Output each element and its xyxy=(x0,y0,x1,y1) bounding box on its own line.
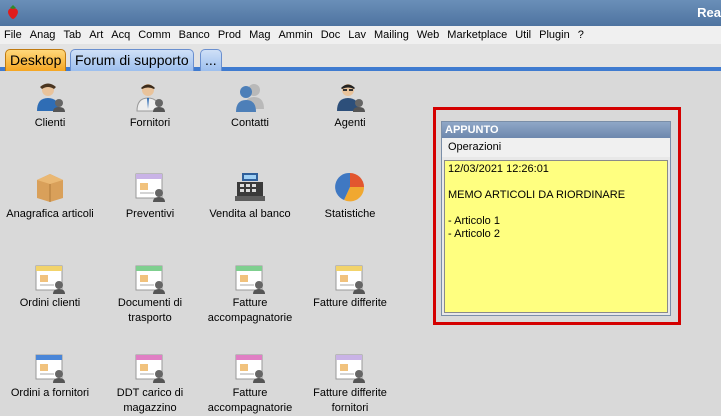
deferred-supplier-invoice-icon xyxy=(335,354,365,383)
menu-doc[interactable]: Doc xyxy=(317,26,345,44)
quote-icon xyxy=(135,173,165,202)
menu-mailing[interactable]: Mailing xyxy=(370,26,413,44)
memo-line: MEMO ARTICOLI DA RIORDINARE xyxy=(448,189,626,201)
desktop-item-label: Fatture differite fornitori xyxy=(313,387,387,414)
memo-line xyxy=(448,202,664,215)
package-icon xyxy=(37,174,63,202)
agents-icon xyxy=(337,84,365,112)
invoice-icon xyxy=(235,265,265,294)
desktop-item-label: Preventivi xyxy=(125,208,175,220)
desktop-item-label: Ordini clienti xyxy=(19,297,81,309)
desktop-item-fatture-differite[interactable]: Fatture differite xyxy=(300,263,400,323)
customer-orders-icon xyxy=(35,265,65,294)
desktop-item-fornitori[interactable]: Fornitori xyxy=(100,81,200,131)
desktop-item-fatture-accompagnatorie[interactable]: Fatture accompagnatorie xyxy=(200,263,300,324)
desktop-item-fatture-differite-fornitori[interactable]: Fatture differite fornitori xyxy=(300,352,400,414)
menu-tab[interactable]: Tab xyxy=(59,26,85,44)
desktop-item-label: Clienti xyxy=(34,117,66,129)
menu-anag[interactable]: Anag xyxy=(26,26,60,44)
menu-comm[interactable]: Comm xyxy=(134,26,174,44)
menu-ammin[interactable]: Ammin xyxy=(274,26,316,44)
desktop-item-label: Fornitori xyxy=(129,117,171,129)
cash-register-icon xyxy=(235,173,265,201)
menu-util[interactable]: Util xyxy=(511,26,535,44)
desktop-item-label: Fatture accompagnatorie xyxy=(207,387,293,414)
clients-icon xyxy=(37,83,65,112)
window-title: Rea xyxy=(697,5,721,20)
menu-web[interactable]: Web xyxy=(413,26,443,44)
desktop-item-label: Vendita al banco xyxy=(209,208,291,220)
desktop-item-label: Agenti xyxy=(334,117,366,129)
memo-line: - Articolo 2 xyxy=(448,228,500,240)
desktop-item-ddt-carico-di-magazzino[interactable]: DDT carico di magazzino xyxy=(100,352,200,414)
tab-bar: Desktop Forum di supporto ... xyxy=(0,44,721,71)
desktop-item-agenti[interactable]: Agenti xyxy=(300,81,400,131)
menu-marketplace[interactable]: Marketplace xyxy=(443,26,511,44)
note-panel: APPUNTO Operazioni 12/03/2021 12:26:01 M… xyxy=(441,121,671,316)
operations-menu[interactable]: Operazioni xyxy=(442,138,670,157)
desktop-item-documenti-di-trasporto[interactable]: Documenti di trasporto xyxy=(100,263,200,324)
desktop-item-clienti[interactable]: Clienti xyxy=(0,81,100,131)
supplier-orders-icon xyxy=(35,354,65,383)
desktop-item-ordini-clienti[interactable]: Ordini clienti xyxy=(0,263,100,323)
tab-forum[interactable]: Forum di supporto xyxy=(70,49,194,71)
title-bar: Rea xyxy=(0,0,721,26)
desktop-item-label: Fatture differite xyxy=(313,297,387,309)
contacts-icon xyxy=(236,84,264,112)
desktop-item-label: Documenti di trasporto xyxy=(117,297,183,324)
menu-plugin[interactable]: Plugin xyxy=(535,26,574,44)
warehouse-ddt-icon xyxy=(135,354,165,383)
desktop-item-preventivi[interactable]: Preventivi xyxy=(100,171,200,221)
note-panel-title: APPUNTO xyxy=(442,122,670,138)
desktop-item-label: Ordini a fornitori xyxy=(10,387,90,399)
desktop-item-vendita-al-banco[interactable]: Vendita al banco xyxy=(200,171,300,221)
menu-lav[interactable]: Lav xyxy=(344,26,370,44)
invoice-icon xyxy=(235,354,265,383)
memo-line xyxy=(448,176,664,189)
menu-art[interactable]: Art xyxy=(85,26,107,44)
menu-acq[interactable]: Acq xyxy=(107,26,134,44)
pie-chart-icon xyxy=(335,172,365,202)
desktop-item-contatti[interactable]: Contatti xyxy=(200,81,300,131)
memo-textarea[interactable]: 12/03/2021 12:26:01 MEMO ARTICOLI DA RIO… xyxy=(444,160,668,313)
suppliers-icon xyxy=(136,84,165,112)
menu-file[interactable]: File xyxy=(0,26,26,44)
desktop-item-label: DDT carico di magazzino xyxy=(116,387,184,414)
transport-docs-icon xyxy=(135,265,165,294)
desktop-item-fatture-accompagnatorie-fornitori[interactable]: Fatture accompagnatorie xyxy=(200,352,300,414)
desktop-item-label: Fatture accompagnatorie xyxy=(207,297,293,324)
memo-line: 12/03/2021 12:26:01 xyxy=(448,163,549,175)
menu-mag[interactable]: Mag xyxy=(245,26,274,44)
desktop-item-label: Anagrafica articoli xyxy=(6,208,94,220)
desktop-item-label: Statistiche xyxy=(324,208,376,220)
menu-bar: File Anag Tab Art Acq Comm Banco Prod Ma… xyxy=(0,26,721,44)
desktop-item-anagrafica-articoli[interactable]: Anagrafica articoli xyxy=(0,171,100,221)
memo-line: - Articolo 1 xyxy=(448,215,500,227)
menu-help[interactable]: ? xyxy=(574,26,588,44)
menu-prod[interactable]: Prod xyxy=(214,26,245,44)
desktop-item-label: Contatti xyxy=(231,117,269,129)
deferred-invoice-icon xyxy=(335,265,365,294)
strawberry-app-icon xyxy=(8,5,18,19)
tab-more[interactable]: ... xyxy=(200,49,222,71)
menu-banco[interactable]: Banco xyxy=(175,26,214,44)
desktop-item-ordini-a-fornitori[interactable]: Ordini a fornitori xyxy=(0,352,100,407)
tab-desktop[interactable]: Desktop xyxy=(5,49,67,71)
desktop-item-statistiche[interactable]: Statistiche xyxy=(300,171,400,221)
